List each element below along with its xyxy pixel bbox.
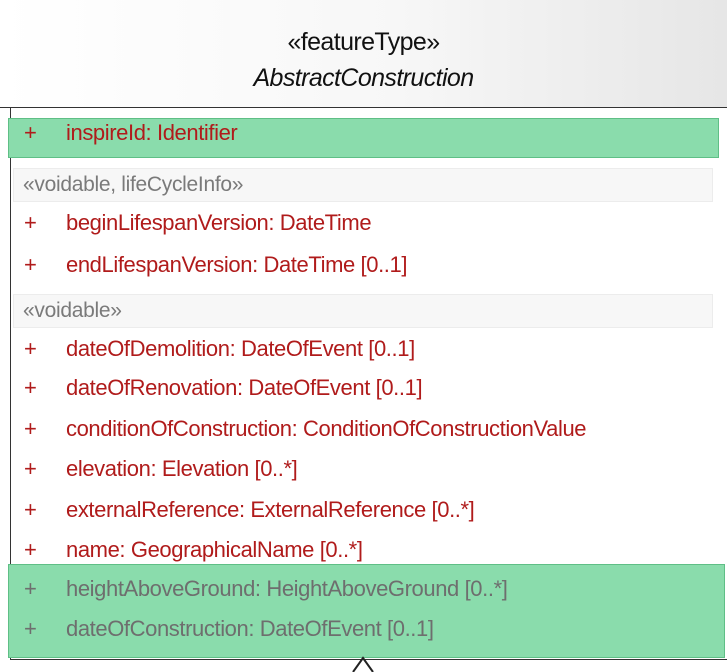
- visibility-marker: +: [24, 576, 37, 601]
- attribute-begin-lifespan[interactable]: + beginLifespanVersion: DateTime: [0, 210, 727, 246]
- attribute-name[interactable]: + name: GeographicalName [0..*]: [0, 537, 727, 573]
- class-header: «featureType» AbstractConstruction: [0, 0, 727, 108]
- attribute-text: name: GeographicalName [0..*]: [66, 537, 363, 562]
- attribute-external-reference[interactable]: + externalReference: ExternalReference […: [0, 497, 727, 533]
- attribute-end-lifespan[interactable]: + endLifespanVersion: DateTime [0..1]: [0, 252, 727, 288]
- class-stereotype: «featureType»: [287, 28, 440, 56]
- attribute-text: externalReference: ExternalReference [0.…: [66, 497, 475, 522]
- attribute-text: conditionOfConstruction: ConditionOfCons…: [66, 416, 587, 441]
- attribute-text: endLifespanVersion: DateTime [0..1]: [66, 252, 408, 277]
- class-name: AbstractConstruction: [253, 64, 474, 92]
- attribute-text: beginLifespanVersion: DateTime: [66, 210, 372, 235]
- generalization-arrow-icon: [352, 656, 374, 672]
- attribute-condition[interactable]: + conditionOfConstruction: ConditionOfCo…: [0, 416, 727, 452]
- attribute-height-above-ground[interactable]: + heightAboveGround: HeightAboveGround […: [0, 576, 727, 612]
- attribute-date-demolition[interactable]: + dateOfDemolition: DateOfEvent [0..1]: [0, 336, 727, 372]
- attribute-text: inspireId: Identifier: [66, 120, 238, 145]
- attribute-text: dateOfRenovation: DateOfEvent [0..1]: [66, 375, 423, 400]
- visibility-marker: +: [24, 456, 37, 481]
- attribute-inspireid[interactable]: + inspireId: Identifier: [0, 120, 727, 156]
- stereotype-lifecycle: «voidable, lifeCycleInfo»: [13, 168, 713, 202]
- attribute-text: heightAboveGround: HeightAboveGround [0.…: [66, 576, 508, 601]
- attribute-date-renovation[interactable]: + dateOfRenovation: DateOfEvent [0..1]: [0, 375, 727, 411]
- diagram-canvas: «featureType» AbstractConstruction «void…: [0, 0, 727, 672]
- visibility-marker: +: [24, 336, 37, 361]
- visibility-marker: +: [24, 497, 37, 522]
- visibility-marker: +: [24, 210, 37, 235]
- visibility-marker: +: [24, 375, 37, 400]
- visibility-marker: +: [24, 537, 37, 562]
- stereotype-voidable: «voidable»: [13, 294, 713, 328]
- visibility-marker: +: [24, 416, 37, 441]
- visibility-marker: +: [24, 252, 37, 277]
- visibility-marker: +: [24, 616, 37, 641]
- attribute-text: elevation: Elevation [0..*]: [66, 456, 298, 481]
- attribute-text: dateOfConstruction: DateOfEvent [0..1]: [66, 616, 434, 641]
- attribute-date-construction[interactable]: + dateOfConstruction: DateOfEvent [0..1]: [0, 616, 727, 652]
- attribute-text: dateOfDemolition: DateOfEvent [0..1]: [66, 336, 415, 361]
- visibility-marker: +: [24, 120, 37, 145]
- attribute-elevation[interactable]: + elevation: Elevation [0..*]: [0, 456, 727, 492]
